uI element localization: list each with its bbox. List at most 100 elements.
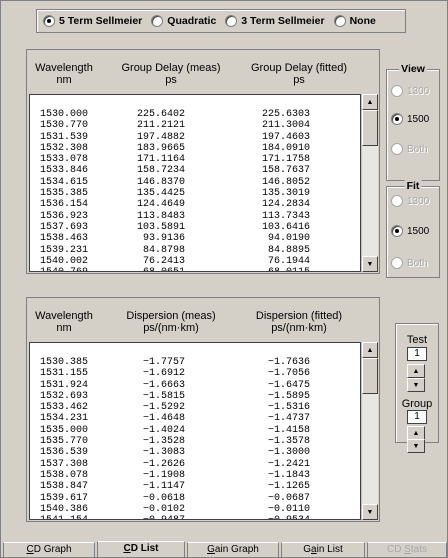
test-value-field[interactable]: 1 (407, 347, 427, 361)
radio-icon (151, 15, 164, 27)
test-decrement-button[interactable]: ▼ (407, 378, 425, 392)
cell-meas: 183.9665 (136, 142, 185, 154)
cell-wavelength: 1539.231 (40, 244, 89, 256)
radio-none[interactable]: None (333, 15, 376, 27)
list-row[interactable]: 1531.924 −1.6663 −1.6475 (34, 380, 360, 391)
fit-group: Fit 1300 1500 Both (386, 180, 440, 278)
list-row[interactable]: 1533.462 −1.5292 −1.5316 (34, 402, 360, 413)
cell-fitted: −1.1843 (267, 469, 310, 481)
list-row[interactable]: 1530.000 225.6402 225.6303 (34, 109, 360, 120)
cell-fitted: 146.8052 (261, 176, 310, 188)
list-row[interactable]: 1535.385 135.4425 135.3019 (34, 188, 360, 199)
list-row[interactable]: 1538.847 −1.1147 −1.1265 (34, 481, 360, 492)
list-row[interactable]: 1537.693 103.5891 103.6416 (34, 222, 360, 233)
cell-wavelength: 1536.539 (40, 447, 89, 459)
cell-meas: −1.2626 (142, 458, 185, 470)
list-row[interactable]: 1540.769 68.0651 68.0115 (34, 267, 360, 271)
list-row[interactable]: 1533.078 171.1164 171.1758 (34, 154, 360, 165)
list-row[interactable]: 1540.386 −0.0102 −0.0110 (34, 504, 360, 515)
scroll-thumb[interactable] (362, 358, 378, 394)
cell-fitted: 225.6303 (261, 109, 310, 120)
group-decrement-button[interactable]: ▼ (407, 439, 425, 453)
radio-selected-icon (43, 15, 55, 27)
cell-fitted: 184.0910 (261, 142, 310, 154)
dispersion-list[interactable]: 1530.385 −1.7757 −1.7636 1531.155 −1.6912 −1.… (29, 342, 361, 520)
view-radio-1500[interactable]: 1500 (391, 113, 429, 125)
cell-fitted: 94.0190 (267, 233, 310, 245)
list-row[interactable]: 1535.770 −1.3528 −1.3578 (34, 436, 360, 447)
list-row[interactable]: 1536.923 113.8483 113.7343 (34, 211, 360, 222)
scroll-thumb[interactable] (362, 110, 378, 146)
cd-list-window: 5 Term Sellmeier Quadratic 3 Term Sellme… (0, 0, 448, 558)
list-row[interactable]: 1539.617 −0.0618 −0.0687 (34, 493, 360, 504)
fit-radio-both[interactable]: Both (391, 257, 428, 269)
cell-meas: −1.6663 (142, 379, 185, 391)
cell-fitted: −0.9534 (268, 515, 310, 519)
cell-fitted: −1.1265 (267, 481, 310, 493)
cell-fitted: −1.7056 (267, 368, 310, 380)
group-value-field[interactable]: 1 (407, 410, 427, 424)
triangle-up-icon: ▲ (366, 98, 374, 106)
group-increment-button[interactable]: ▲ (407, 426, 425, 440)
list-row[interactable]: 1540.002 76.2413 76.1944 (34, 256, 360, 267)
list-row[interactable]: 1536.154 124.4649 124.2834 (34, 199, 360, 210)
radio-5-term-sellmeier[interactable]: 5 Term Sellmeier (43, 15, 142, 27)
list-row[interactable]: 1535.000 −1.4024 −1.4158 (34, 425, 360, 436)
list-row[interactable]: 1538.078 −1.1908 −1.1843 (34, 470, 360, 481)
list-row[interactable]: 1533.846 158.7234 158.7637 (34, 165, 360, 176)
list-row[interactable]: 1536.539 −1.3083 −1.3000 (34, 447, 360, 458)
cell-fitted: 84.8895 (267, 244, 310, 256)
scroll-up-button[interactable]: ▲ (362, 94, 378, 110)
view-radio-1300[interactable]: 1300 (391, 85, 429, 97)
fit-radio-1500[interactable]: 1500 (391, 225, 429, 237)
list-row[interactable]: 1530.385 −1.7757 −1.7636 (34, 357, 360, 368)
list-row[interactable]: 1539.231 84.8798 84.8895 (34, 245, 360, 256)
fit-radio-1300[interactable]: 1300 (391, 195, 429, 207)
triangle-up-icon: ▲ (366, 346, 374, 354)
dispersion-panel: Wavelength nm Dispersion (meas) ps/(nm·km)… (26, 297, 380, 522)
list-row[interactable]: 1534.231 −1.4648 −1.4737 (34, 413, 360, 424)
tab-cd-list[interactable]: CD List (97, 541, 185, 558)
list-row[interactable]: 1537.308 −1.2626 −1.2421 (34, 459, 360, 470)
triangle-down-icon: ▼ (366, 260, 374, 268)
list-row[interactable]: 1531.155 −1.6912 −1.7056 (34, 368, 360, 379)
cell-fitted: 103.6416 (261, 221, 310, 233)
tab-cd-graph[interactable]: CD Graph (3, 542, 95, 558)
cell-meas: −1.3083 (142, 447, 185, 459)
cell-fitted: −1.5895 (267, 390, 310, 402)
cell-fitted: −0.0110 (267, 503, 310, 515)
test-group-box: Test 1 ▲ ▼ Group 1 ▲ (395, 323, 439, 443)
cell-meas: −1.1147 (142, 481, 185, 493)
tab-gain-list[interactable]: Gain List (281, 542, 365, 558)
radio-icon (391, 85, 403, 97)
radio-icon (391, 143, 403, 155)
tab-gain-graph[interactable]: Gain Graph (187, 542, 279, 558)
radio-quadratic[interactable]: Quadratic (151, 15, 216, 27)
cell-wavelength: 1536.154 (40, 199, 89, 211)
fit-group-title: Fit (404, 180, 422, 192)
cell-fitted: 68.0115 (268, 267, 310, 271)
list-row[interactable]: 1530.770 211.2121 211.3004 (34, 120, 360, 131)
scroll-down-button[interactable]: ▼ (362, 504, 378, 520)
list-row[interactable]: 1532.308 183.9665 184.0910 (34, 143, 360, 154)
cell-wavelength: 1533.462 (40, 402, 89, 414)
triangle-up-icon: ▲ (412, 429, 420, 437)
scroll-down-button[interactable]: ▼ (362, 256, 378, 272)
group-delay-scrollbar[interactable]: ▲ ▼ (361, 94, 378, 272)
list-row[interactable]: 1538.463 93.9136 94.0190 (34, 233, 360, 244)
radio-3-term-sellmeier[interactable]: 3 Term Sellmeier (225, 15, 325, 27)
view-radio-both[interactable]: Both (391, 143, 428, 155)
tab-cd-stats[interactable]: CD Stats (367, 542, 447, 558)
group-delay-list[interactable]: 1530.000 225.6402 225.6303 1530.770 211.2121… (29, 94, 361, 272)
list-row[interactable]: 1534.615 146.8370 146.8052 (34, 177, 360, 188)
triangle-up-icon: ▲ (412, 367, 420, 375)
dispersion-scrollbar[interactable]: ▲ ▼ (361, 342, 378, 520)
cell-meas: −1.6912 (142, 368, 185, 380)
list-row[interactable]: 1531.539 197.4882 197.4603 (34, 132, 360, 143)
cell-meas: 197.4882 (136, 131, 185, 143)
scroll-up-button[interactable]: ▲ (362, 342, 378, 358)
list-row[interactable]: 1541.154 −0.9487 −0.9534 (34, 515, 360, 519)
triangle-down-icon: ▼ (412, 442, 420, 450)
test-increment-button[interactable]: ▲ (407, 364, 425, 378)
list-row[interactable]: 1532.693 −1.5815 −1.5895 (34, 391, 360, 402)
